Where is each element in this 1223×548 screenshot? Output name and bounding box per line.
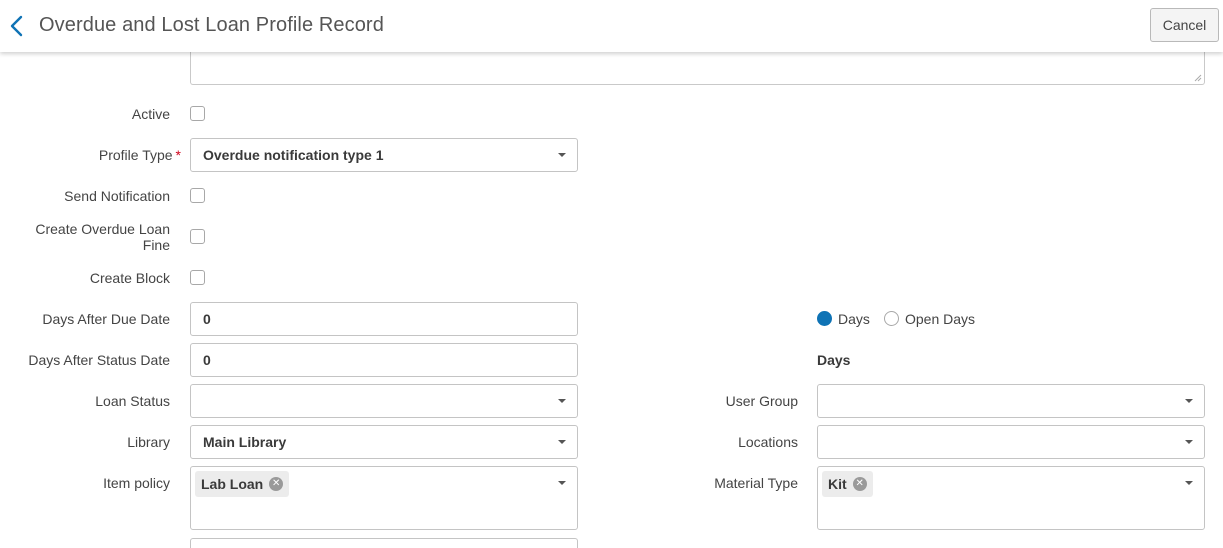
profile-type-select[interactable]: Overdue notification type 1 [190,138,578,172]
required-mark: * [175,147,181,163]
days-after-due-input[interactable]: 0 [190,302,578,336]
create-block-label: Create Block [89,270,170,286]
days-after-status-label: Days After Status Date [28,352,170,368]
days-radio[interactable] [817,311,832,326]
locations-label: Locations [738,434,798,450]
item-policy-chip-label: Lab Loan [201,476,264,492]
page-header: Overdue and Lost Loan Profile Record Can… [0,0,1223,52]
days-after-due-value: 0 [203,311,211,327]
user-group-select[interactable] [817,384,1205,418]
create-overdue-fine-label-line1: Create Overdue Loan [35,221,170,237]
library-select[interactable]: Main Library [190,425,578,459]
create-overdue-fine-label-line2: Fine [142,237,170,253]
item-policy-label: Item policy [103,475,170,491]
open-days-radio-label: Open Days [905,311,976,327]
material-type-multiselect[interactable]: Kit ✕ [817,466,1205,530]
library-value: Main Library [203,434,287,450]
caret-down-icon [558,440,566,444]
days-radio-label: Days [838,311,870,327]
next-field-partial[interactable] [190,538,578,548]
caret-down-icon [1185,399,1193,403]
material-type-chip: Kit ✕ [822,471,873,497]
locations-select[interactable] [817,425,1205,459]
open-days-radio[interactable] [884,311,899,326]
remove-chip-icon[interactable]: ✕ [269,477,284,491]
active-label: Active [131,106,170,122]
caret-down-icon [1185,481,1193,485]
profile-type-label-text: Profile Type [98,147,173,163]
days-status-unit: Days [817,352,851,368]
caret-down-icon [1185,440,1193,444]
days-after-due-label: Days After Due Date [42,311,170,327]
create-overdue-fine-checkbox[interactable] [190,229,205,244]
chevron-left-icon[interactable] [6,13,28,39]
days-after-status-input[interactable]: 0 [190,343,578,377]
material-type-chip-label: Kit [828,476,847,492]
library-label: Library [127,434,170,450]
profile-type-value: Overdue notification type 1 [203,147,384,163]
item-policy-multiselect[interactable]: Lab Loan ✕ [190,466,578,530]
profile-type-label: Profile Type * [20,147,181,163]
caret-down-icon [558,153,566,157]
resize-handle-icon[interactable] [1193,73,1202,82]
send-notification-label: Send Notification [64,188,170,204]
material-type-label: Material Type [714,475,798,491]
item-policy-chip: Lab Loan ✕ [195,471,290,497]
loan-status-select[interactable] [190,384,578,418]
loan-status-label: Loan Status [95,393,170,409]
caret-down-icon [558,481,566,485]
create-block-checkbox[interactable] [190,270,205,285]
cancel-button[interactable]: Cancel [1150,8,1219,42]
days-after-status-value: 0 [203,352,211,368]
page-title: Overdue and Lost Loan Profile Record [39,14,384,36]
user-group-label: User Group [725,393,798,409]
remove-chip-icon[interactable]: ✕ [852,477,867,491]
active-checkbox[interactable] [190,106,205,121]
create-overdue-fine-label: Create Overdue Loan Fine [20,221,170,253]
caret-down-icon [558,399,566,403]
send-notification-checkbox[interactable] [190,188,205,203]
